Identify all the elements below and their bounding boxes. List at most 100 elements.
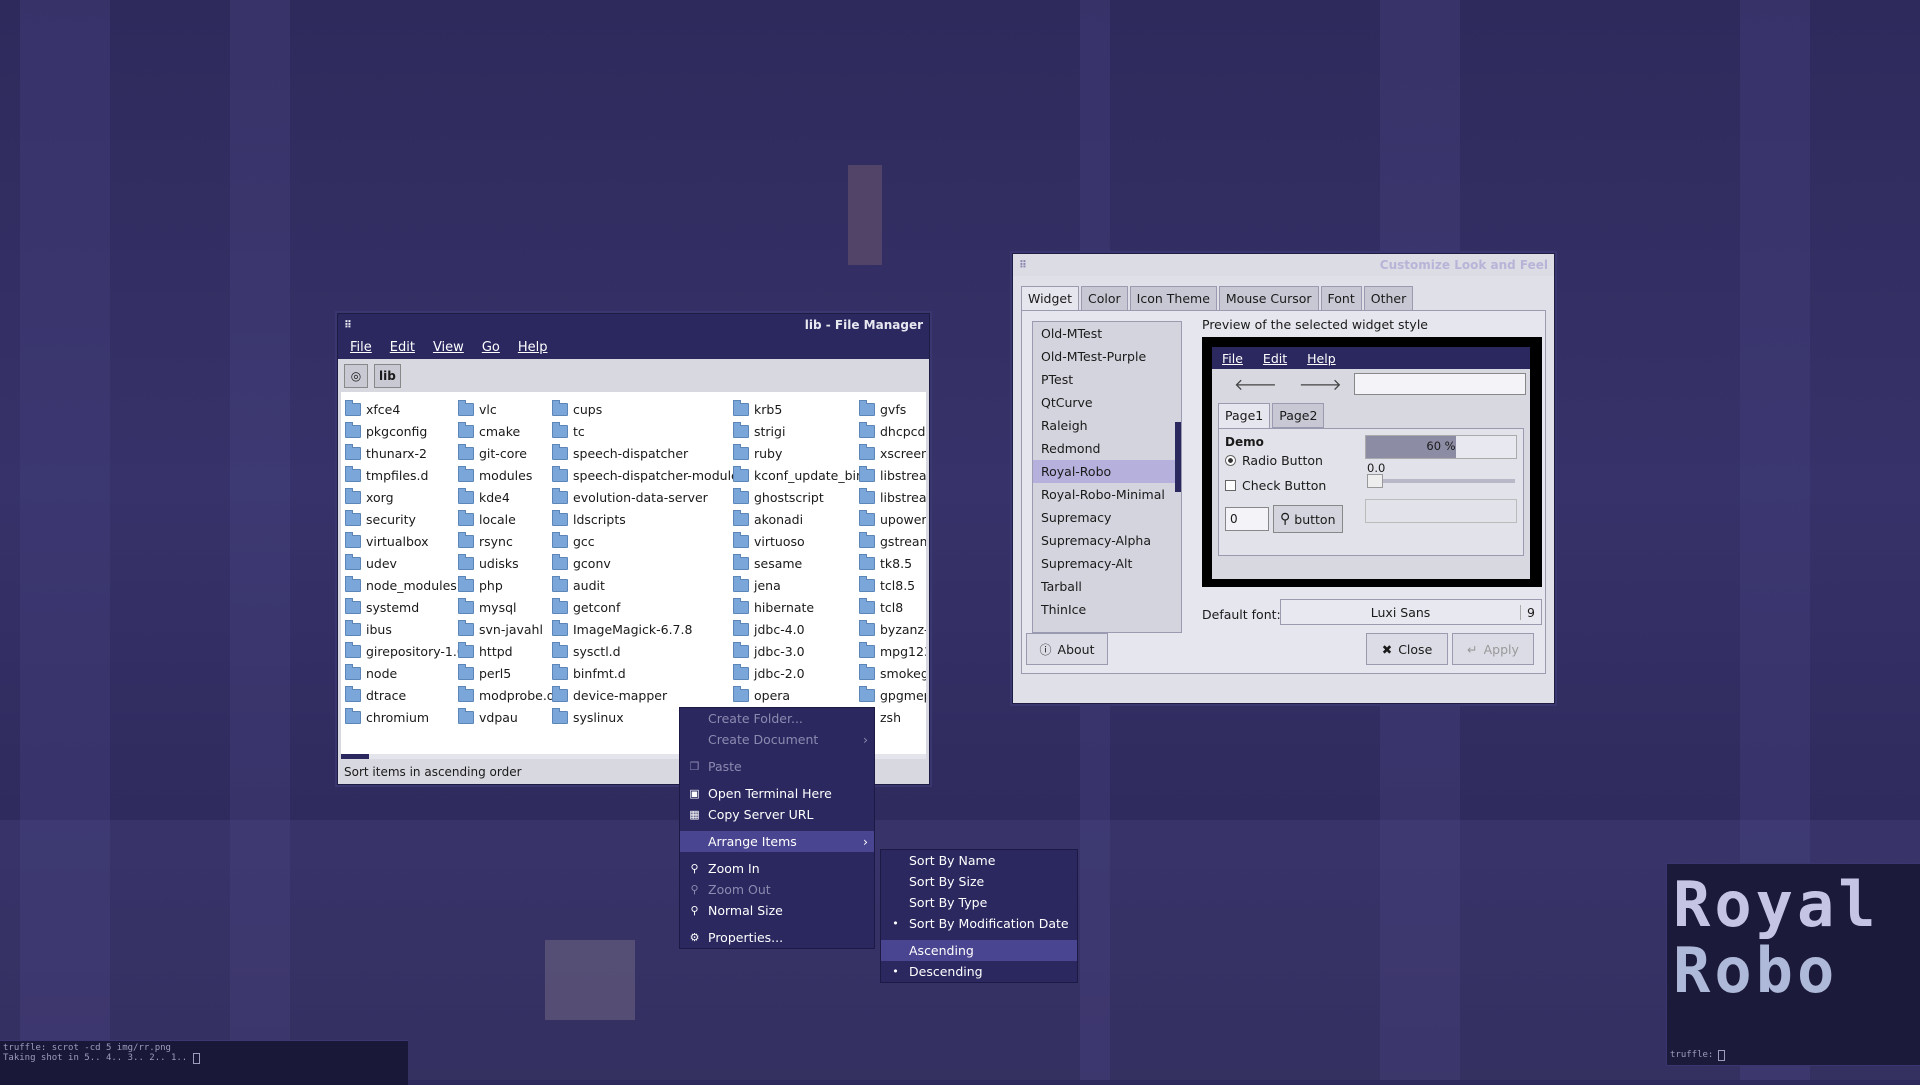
menu-item-create-document[interactable]: Create Document › bbox=[680, 729, 874, 750]
folder-item[interactable]: vdpau bbox=[458, 706, 555, 728]
tab-other[interactable]: Other bbox=[1363, 286, 1414, 311]
folder-item[interactable]: gvfs bbox=[859, 398, 926, 420]
customize-titlebar[interactable]: ⠿ Customize Look and Feel bbox=[1013, 254, 1554, 276]
menu-item-create-folder[interactable]: Create Folder... bbox=[680, 708, 874, 729]
menu-item-zoom-in[interactable]: ⚲ Zoom In bbox=[680, 858, 874, 879]
folder-item[interactable]: strigi bbox=[733, 420, 864, 442]
about-button[interactable]: ⓘ About bbox=[1026, 633, 1108, 665]
folder-item[interactable]: gpgmep bbox=[859, 684, 926, 706]
folder-item[interactable]: speech-dispatcher bbox=[552, 442, 745, 464]
folder-item[interactable]: dtrace bbox=[345, 684, 465, 706]
window-menu-icon[interactable]: ⠿ bbox=[1019, 260, 1027, 271]
folder-item[interactable]: evolution-data-server bbox=[552, 486, 745, 508]
menu-file[interactable]: File bbox=[350, 340, 372, 355]
folder-item[interactable]: byzanz-g bbox=[859, 618, 926, 640]
folder-item[interactable]: device-mapper bbox=[552, 684, 745, 706]
theme-item[interactable]: Supremacy bbox=[1033, 506, 1181, 529]
theme-item[interactable]: Supremacy-Alt bbox=[1033, 552, 1181, 575]
folder-item[interactable]: libstrean bbox=[859, 486, 926, 508]
theme-item[interactable]: QtCurve bbox=[1033, 391, 1181, 414]
folder-item[interactable]: git-core bbox=[458, 442, 555, 464]
folder-item[interactable]: jdbc-2.0 bbox=[733, 662, 864, 684]
folder-item[interactable]: xfce4 bbox=[345, 398, 465, 420]
folder-item[interactable]: ruby bbox=[733, 442, 864, 464]
folder-item[interactable]: ibus bbox=[345, 618, 465, 640]
file-manager-titlebar[interactable]: ⠿ lib - File Manager bbox=[338, 314, 929, 336]
folder-item[interactable]: getconf bbox=[552, 596, 745, 618]
theme-item[interactable]: Royal-Robo-Minimal bbox=[1033, 483, 1181, 506]
folder-item[interactable]: sysctl.d bbox=[552, 640, 745, 662]
path-root-button[interactable]: ◎ bbox=[344, 364, 368, 388]
menu-item-descending[interactable]: • Descending bbox=[881, 961, 1077, 982]
folder-item[interactable]: cups bbox=[552, 398, 745, 420]
folder-item[interactable]: xorg bbox=[345, 486, 465, 508]
theme-item[interactable]: Royal-Robo bbox=[1033, 460, 1181, 483]
scale-slider[interactable] bbox=[1367, 474, 1515, 488]
folder-item[interactable]: tcl8 bbox=[859, 596, 926, 618]
folder-item[interactable]: jena bbox=[733, 574, 864, 596]
preview-menu-file[interactable]: File bbox=[1222, 351, 1243, 366]
folder-item[interactable]: jdbc-3.0 bbox=[733, 640, 864, 662]
theme-item[interactable]: Old-MTest bbox=[1033, 322, 1181, 345]
theme-item[interactable]: PTest bbox=[1033, 368, 1181, 391]
folder-item[interactable]: mysql bbox=[458, 596, 555, 618]
theme-list[interactable]: Old-MTest Old-MTest-Purple PTest QtCurve Ral… bbox=[1032, 321, 1182, 633]
close-button[interactable]: ✖ Close bbox=[1366, 633, 1448, 665]
folder-item[interactable]: krb5 bbox=[733, 398, 864, 420]
folder-item[interactable]: udev bbox=[345, 552, 465, 574]
preview-entry[interactable] bbox=[1354, 373, 1526, 395]
folder-item[interactable]: node_modules bbox=[345, 574, 465, 596]
spin-button[interactable]: 0 bbox=[1225, 507, 1269, 531]
font-chooser-button[interactable]: Luxi Sans 9 bbox=[1280, 599, 1542, 625]
folder-item[interactable]: ImageMagick-6.7.8 bbox=[552, 618, 745, 640]
tab-color[interactable]: Color bbox=[1081, 286, 1128, 311]
folder-item[interactable]: ldscripts bbox=[552, 508, 745, 530]
folder-item[interactable]: tk8.5 bbox=[859, 552, 926, 574]
folder-item[interactable]: thunarx-2 bbox=[345, 442, 465, 464]
menu-view[interactable]: View bbox=[433, 340, 464, 355]
back-arrow-icon[interactable]: 🡐 bbox=[1234, 374, 1277, 394]
folder-item[interactable]: rsync bbox=[458, 530, 555, 552]
theme-item[interactable]: Old-MTest-Purple bbox=[1033, 345, 1181, 368]
menu-item-sort-by-name[interactable]: Sort By Name bbox=[881, 850, 1077, 871]
folder-item[interactable]: gstream bbox=[859, 530, 926, 552]
menu-item-sort-by-type[interactable]: Sort By Type bbox=[881, 892, 1077, 913]
folder-item[interactable]: speech-dispatcher-modules bbox=[552, 464, 745, 486]
slider-handle[interactable] bbox=[1367, 474, 1383, 488]
tab-icon-theme[interactable]: Icon Theme bbox=[1129, 286, 1217, 311]
theme-item[interactable]: Supremacy-Alpha bbox=[1033, 529, 1181, 552]
folder-item[interactable]: audit bbox=[552, 574, 745, 596]
menu-item-sort-by-size[interactable]: Sort By Size bbox=[881, 871, 1077, 892]
folder-item[interactable]: udisks bbox=[458, 552, 555, 574]
folder-item[interactable]: akonadi bbox=[733, 508, 864, 530]
combo-box[interactable] bbox=[1365, 499, 1517, 523]
tab-mouse-cursor[interactable]: Mouse Cursor bbox=[1218, 286, 1319, 311]
folder-item[interactable]: modprobe.d bbox=[458, 684, 555, 706]
folder-item[interactable]: hibernate bbox=[733, 596, 864, 618]
menu-item-arrange-items[interactable]: Arrange Items › bbox=[680, 831, 874, 852]
preview-menu-edit[interactable]: Edit bbox=[1263, 351, 1287, 366]
tab-widget[interactable]: Widget bbox=[1021, 286, 1080, 311]
path-lib-button[interactable]: lib bbox=[374, 364, 401, 388]
radio-button[interactable] bbox=[1225, 455, 1236, 466]
folder-item[interactable]: tcl8.5 bbox=[859, 574, 926, 596]
folder-item[interactable]: mpg123 bbox=[859, 640, 926, 662]
folder-item[interactable]: opera bbox=[733, 684, 864, 706]
menu-item-paste[interactable]: ❐ Paste bbox=[680, 756, 874, 777]
preview-tab-page1[interactable]: Page1 bbox=[1218, 403, 1271, 428]
folder-item[interactable]: php bbox=[458, 574, 555, 596]
menu-item-sort-by-modification-date[interactable]: • Sort By Modification Date bbox=[881, 913, 1077, 934]
file-grid[interactable]: xfce4 pkgconfig thunarx-2 tmpfiles.d xorg sec… bbox=[341, 392, 926, 759]
terminal-right[interactable]: Royal Robo truffle: bbox=[1666, 863, 1920, 1066]
theme-item[interactable]: ThinIce bbox=[1033, 598, 1181, 621]
folder-item[interactable]: modules bbox=[458, 464, 555, 486]
folder-item[interactable]: dhcpcd bbox=[859, 420, 926, 442]
menu-item-properties[interactable]: ⚙ Properties... bbox=[680, 927, 874, 948]
folder-item[interactable]: ghostscript bbox=[733, 486, 864, 508]
folder-item[interactable]: binfmt.d bbox=[552, 662, 745, 684]
menu-item-zoom-out[interactable]: ⚲ Zoom Out bbox=[680, 879, 874, 900]
apply-button[interactable]: ↵ Apply bbox=[1452, 633, 1534, 665]
folder-item[interactable]: gcc bbox=[552, 530, 745, 552]
menu-go[interactable]: Go bbox=[482, 340, 500, 355]
folder-item[interactable]: virtualbox bbox=[345, 530, 465, 552]
